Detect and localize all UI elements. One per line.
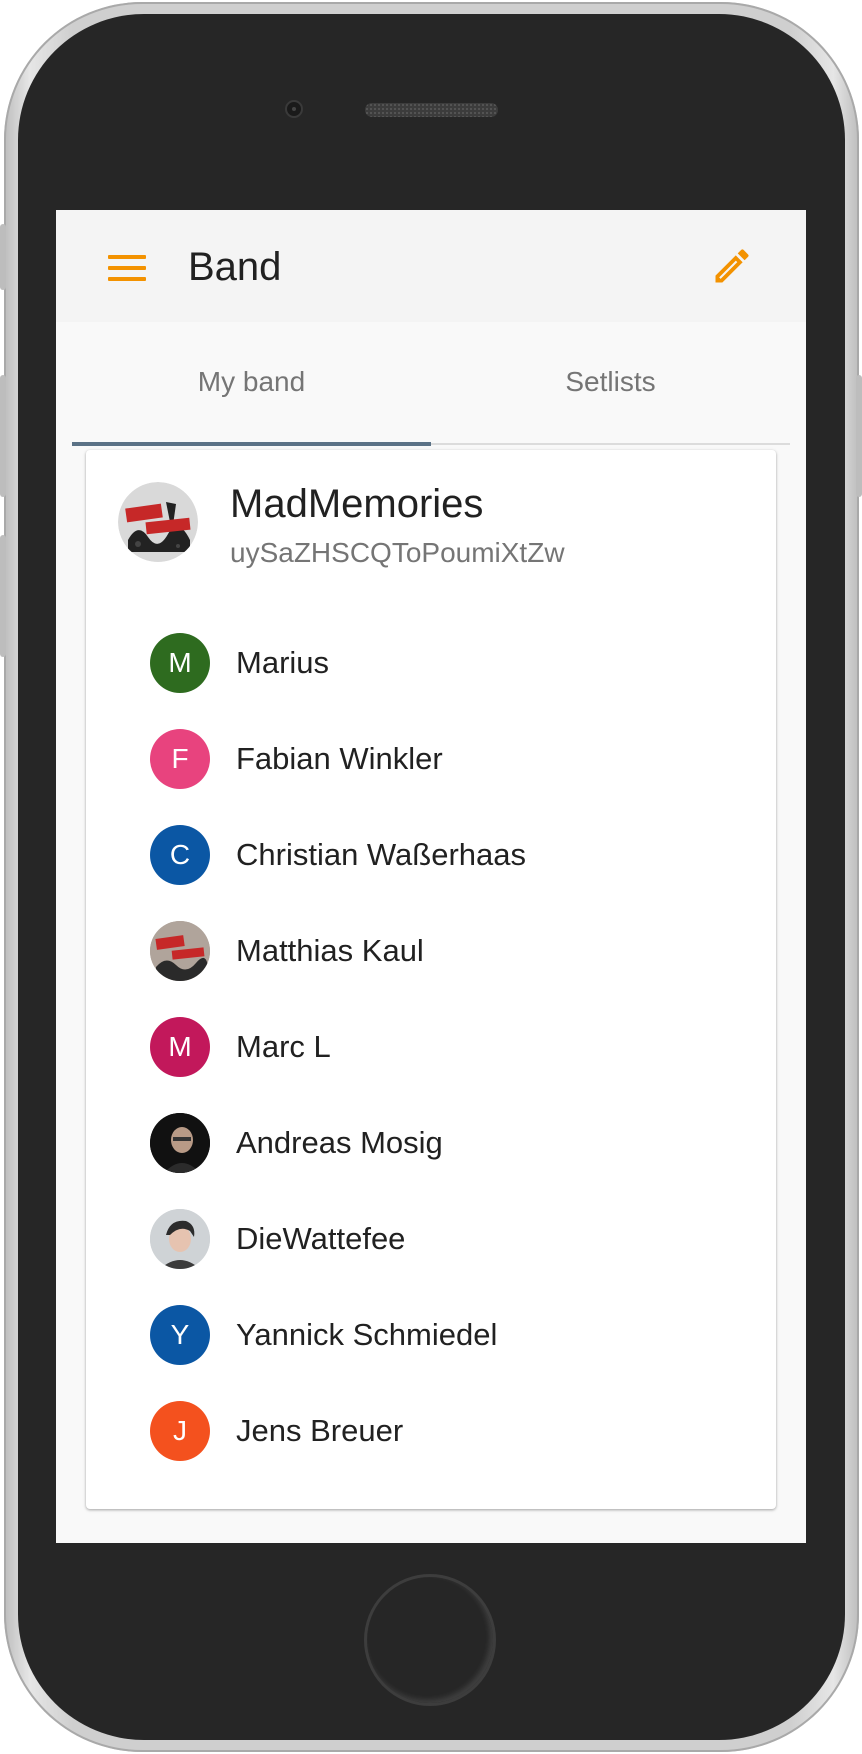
- front-camera: [285, 100, 303, 118]
- list-item[interactable]: J Jens Breuer: [86, 1383, 776, 1479]
- side-button-power: [856, 375, 862, 497]
- member-name: Christian Waßerhaas: [236, 837, 527, 872]
- member-name: Fabian Winkler: [236, 741, 443, 776]
- tab-my-band[interactable]: My band: [72, 322, 431, 442]
- avatar: M: [150, 633, 210, 693]
- member-name: Yannick Schmiedel: [236, 1317, 498, 1352]
- avatar: J: [150, 1401, 210, 1461]
- list-item[interactable]: M Marius: [86, 615, 776, 711]
- band-name: MadMemories: [230, 482, 484, 526]
- list-item[interactable]: C Christian Waßerhaas: [86, 807, 776, 903]
- member-name: Marc L: [236, 1029, 331, 1064]
- member-name: Jens Breuer: [236, 1413, 404, 1448]
- side-button-volume-down: [0, 535, 6, 657]
- list-item[interactable]: Y Yannick Schmiedel: [86, 1287, 776, 1383]
- side-button-volume-up: [0, 375, 6, 497]
- home-button[interactable]: [364, 1574, 496, 1706]
- speaker-grille: [365, 103, 498, 117]
- portrait-avatar: [150, 1113, 210, 1173]
- list-item[interactable]: Andreas Mosig: [86, 1095, 776, 1191]
- app-bar: Band: [56, 210, 806, 322]
- member-name: DieWattefee: [236, 1221, 406, 1256]
- avatar: C: [150, 825, 210, 885]
- page-title: Band: [188, 245, 282, 289]
- portrait-avatar: [150, 1209, 210, 1269]
- side-button-mute: [0, 224, 6, 290]
- list-item[interactable]: Matthias Kaul: [86, 903, 776, 999]
- list-item[interactable]: F Fabian Winkler: [86, 711, 776, 807]
- avatar: Y: [150, 1305, 210, 1365]
- app-screen: Band My band Setlists MadMemories uySaZH…: [56, 210, 806, 1543]
- band-id: uySaZHSCQToPoumiXtZw: [230, 537, 565, 568]
- band-card: MadMemories uySaZHSCQToPoumiXtZw M Mariu…: [86, 450, 776, 1509]
- member-name: Andreas Mosig: [236, 1125, 443, 1160]
- tab-active-indicator: [72, 442, 431, 446]
- band-logo-avatar: [150, 921, 210, 981]
- avatar: M: [150, 1017, 210, 1077]
- tab-setlists[interactable]: Setlists: [431, 322, 790, 442]
- avatar: F: [150, 729, 210, 789]
- menu-icon[interactable]: [108, 255, 146, 281]
- member-name: Marius: [236, 645, 330, 680]
- member-name: Matthias Kaul: [236, 933, 424, 968]
- pencil-icon[interactable]: [710, 244, 754, 288]
- tab-bar: My band Setlists: [72, 322, 790, 446]
- list-item[interactable]: DieWattefee: [86, 1191, 776, 1287]
- band-logo: [118, 482, 198, 562]
- list-item[interactable]: M Marc L: [86, 999, 776, 1095]
